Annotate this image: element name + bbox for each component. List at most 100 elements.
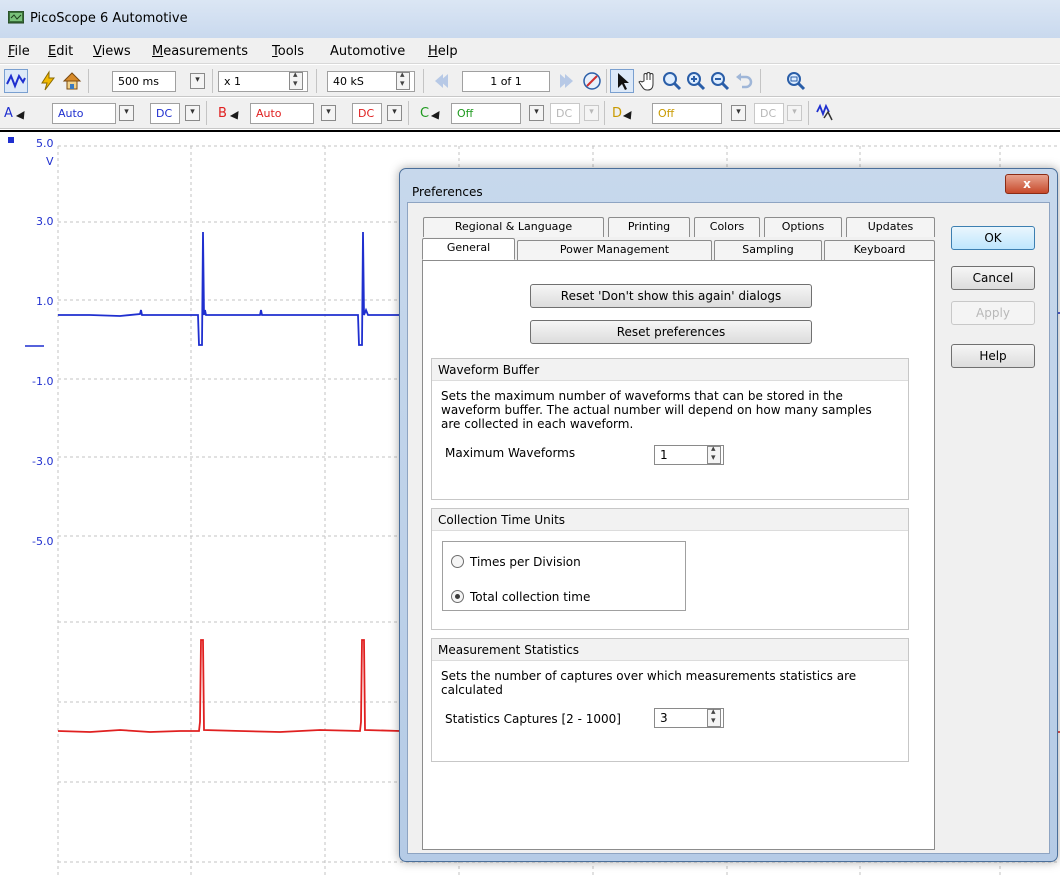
channel-c-label: C [420,106,430,121]
zoom-overview-icon[interactable] [784,69,808,93]
home-icon[interactable] [60,69,84,93]
channel-a-coupling-dropdown[interactable]: ▾ [185,105,200,121]
reset-preferences-button[interactable]: Reset preferences [530,320,812,344]
zoom-area-icon[interactable] [660,69,684,93]
channel-a-range[interactable]: Auto [52,103,116,124]
toolbar-separator [423,69,424,93]
pointer-tool-icon[interactable] [610,69,634,93]
hand-tool-icon[interactable] [636,69,660,93]
tab-colors[interactable]: Colors [694,217,760,237]
menu-measurements[interactable]: Measurements [152,44,248,59]
channel-c-probe-icon[interactable] [430,110,444,123]
channel-d-coupling[interactable]: DC [754,103,784,124]
math-channels-icon[interactable] [814,101,838,125]
toolbar-separator [604,101,605,125]
ok-button[interactable]: OK [951,226,1035,250]
statistics-captures-spinner[interactable] [707,707,721,727]
channel-d-range-dropdown[interactable]: ▾ [731,105,746,121]
channel-b-probe-icon[interactable] [229,110,243,123]
channel-a-coupling[interactable]: DC [150,103,180,124]
y-axis-label: 3.0 [36,215,54,228]
y-axis-label: 5.0 [36,137,54,150]
waveform-buffer-group: Waveform Buffer Sets the maximum number … [431,358,909,500]
channel-d-probe-icon[interactable] [622,110,636,123]
y-axis-label: 1.0 [36,295,54,308]
channel-c-coupling[interactable]: DC [550,103,580,124]
y-axis-label: -3.0 [32,455,54,468]
tab-updates[interactable]: Updates [846,217,935,237]
measurement-statistics-heading: Measurement Statistics [432,639,908,661]
dialog-title: Preferences [412,185,483,199]
channel-c-range-dropdown[interactable]: ▾ [529,105,544,121]
menu-edit[interactable]: Edit [48,44,73,59]
toolbar-separator [760,69,761,93]
times-per-division-radio[interactable] [451,555,464,568]
channel-c-coupling-dropdown[interactable]: ▾ [584,105,599,121]
menu-bar: File Edit Views Measurements Tools Autom… [0,38,1060,64]
toolbar-separator [212,69,213,93]
total-collection-time-label[interactable]: Total collection time [470,590,590,604]
buffer-navigator-icon[interactable] [580,69,604,93]
menu-automotive[interactable]: Automotive [330,44,405,59]
close-icon[interactable]: x [1005,174,1049,194]
channel-d-coupling-dropdown[interactable]: ▾ [787,105,802,121]
channel-b-coupling-dropdown[interactable]: ▾ [387,105,402,121]
window-title: PicoScope 6 Automotive [30,11,188,26]
zoom-spinner[interactable] [289,70,303,90]
statistics-captures-label: Statistics Captures [2 - 1000] [445,712,621,726]
times-per-division-label[interactable]: Times per Division [470,555,581,569]
channel-c-range[interactable]: Off [451,103,521,124]
main-toolbar: 500 ms ▾ x 1 40 kS 1 of 1 [0,65,1060,97]
tab-regional-language[interactable]: Regional & Language [423,217,604,237]
channel-b-range[interactable]: Auto [250,103,314,124]
tab-printing[interactable]: Printing [608,217,690,237]
tab-keyboard[interactable]: Keyboard [824,240,935,260]
timebase-dropdown[interactable]: ▾ [190,73,205,89]
scope-mode-icon[interactable] [4,69,28,93]
menu-file[interactable]: File [8,44,30,59]
channel-b-trace [57,639,401,733]
y-axis-label: -1.0 [32,375,54,388]
maximum-waveforms-input[interactable]: 1 [654,444,724,465]
tab-power-management[interactable]: Power Management [517,240,712,260]
help-button[interactable]: Help [951,344,1035,368]
tab-sampling[interactable]: Sampling [714,240,822,260]
channel-b-coupling[interactable]: DC [352,103,382,124]
toolbar-separator [606,69,607,93]
menu-help[interactable]: Help [428,44,458,59]
toolbar-separator [408,101,409,125]
timebase-field[interactable]: 500 ms [112,71,176,92]
total-collection-time-radio[interactable] [451,590,464,603]
channel-a-range-dropdown[interactable]: ▾ [119,105,134,121]
cancel-button[interactable]: Cancel [951,266,1035,290]
buffer-page-field[interactable]: 1 of 1 [462,71,550,92]
toolbar-separator [808,101,809,125]
maximum-waveforms-label: Maximum Waveforms [445,446,576,460]
tab-options[interactable]: Options [764,217,842,237]
channel-a-axis-marker [8,137,14,143]
statistics-captures-input[interactable]: 3 [654,707,724,728]
undo-zoom-icon[interactable] [732,69,756,93]
channel-d-label: D [612,106,623,121]
channel-b-range-dropdown[interactable]: ▾ [321,105,336,121]
menu-tools[interactable]: Tools [272,44,304,59]
tab-general[interactable]: General [422,238,515,260]
zoom-in-icon[interactable] [684,69,708,93]
measurement-statistics-description: Sets the number of captures over which m… [441,669,857,697]
collection-time-options: Times per Division Total collection time [442,541,686,611]
channel-b-label: B [218,106,227,121]
dialog-body: Regional & Language Printing Colors Opti… [407,202,1050,854]
maximum-waveforms-spinner[interactable] [707,444,721,464]
toolbar-separator [88,69,89,93]
channel-d-range[interactable]: Off [652,103,722,124]
reset-dialogs-button[interactable]: Reset 'Don't show this again' dialogs [530,284,812,308]
lightning-icon[interactable] [36,69,60,93]
next-buffer-icon[interactable] [556,69,580,93]
channel-a-probe-icon[interactable] [15,110,29,123]
samples-spinner[interactable] [396,70,410,90]
zoom-out-icon[interactable] [708,69,732,93]
menu-views[interactable]: Views [93,44,131,59]
previous-buffer-icon[interactable] [428,69,452,93]
apply-button[interactable]: Apply [951,301,1035,325]
waveform-buffer-description: Sets the maximum number of waveforms tha… [441,389,872,431]
